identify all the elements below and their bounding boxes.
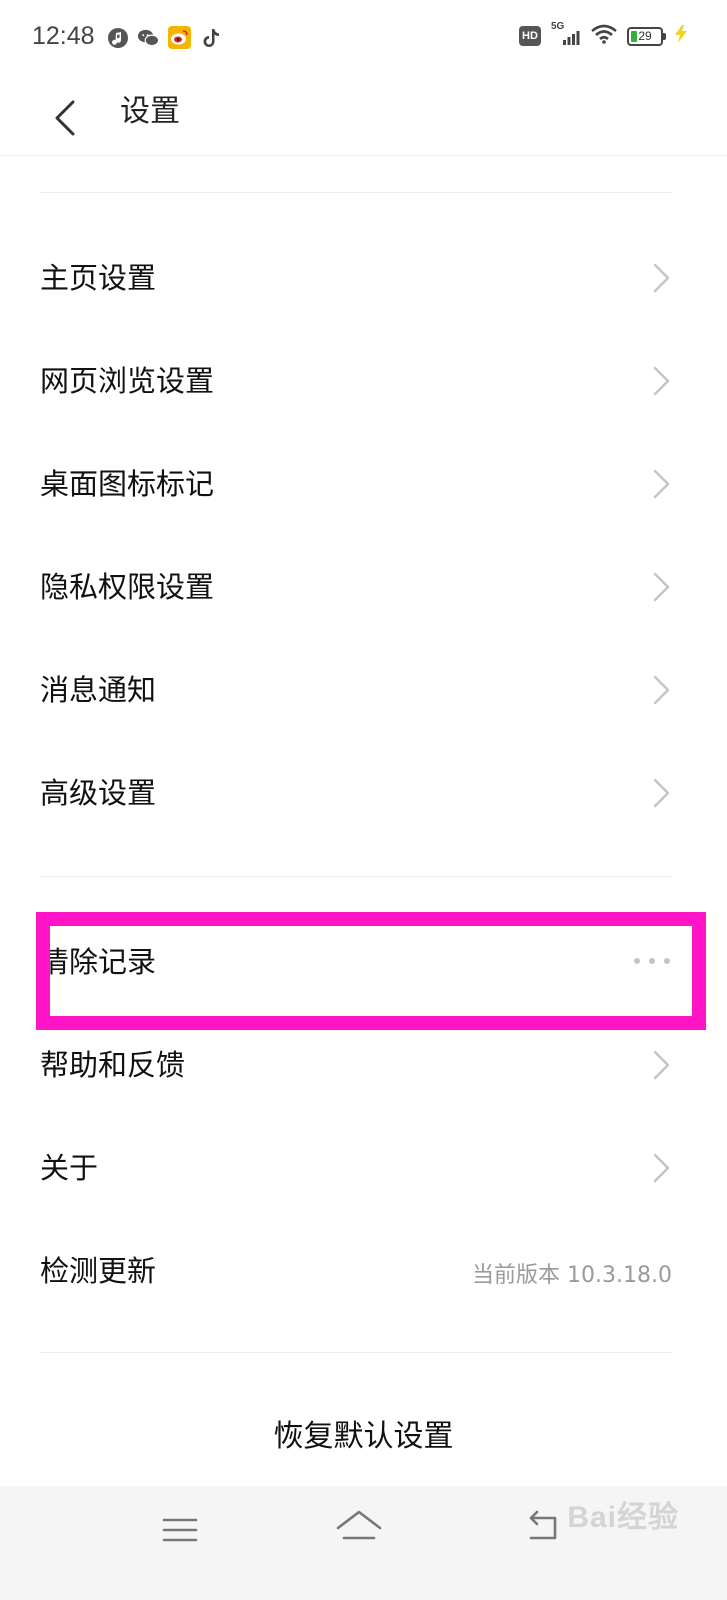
restore-defaults-button[interactable]: 恢复默认设置 — [0, 1400, 727, 1474]
chevron-right-icon — [653, 778, 670, 808]
setting-row-homepage[interactable]: 主页设置 — [0, 226, 727, 329]
chevron-right-icon — [653, 469, 670, 499]
setting-row-help-feedback[interactable]: 帮助和反馈 — [0, 1013, 727, 1116]
setting-row-desktop-icon-badge[interactable]: 桌面图标标记 — [0, 432, 727, 535]
battery-icon: 29 — [627, 26, 666, 46]
setting-row-check-update[interactable]: 检测更新 当前版本 10.3.18.0 — [0, 1219, 727, 1322]
charging-icon — [673, 24, 689, 48]
wechat-icon — [137, 26, 160, 49]
settings-list: 主页设置 网页浏览设置 桌面图标标记 隐私权限设置 消息通知 高级设置 — [0, 226, 727, 844]
status-right: HD 5G 29 — [519, 21, 689, 48]
setting-row-notifications[interactable]: 消息通知 — [0, 638, 727, 741]
setting-row-clear-history[interactable]: 清除记录 — [0, 910, 727, 1013]
more-icon — [634, 958, 670, 964]
setting-label: 隐私权限设置 — [40, 570, 215, 604]
back-button[interactable] — [40, 88, 90, 148]
battery-level-fill — [631, 30, 637, 42]
setting-row-about[interactable]: 关于 — [0, 1116, 727, 1219]
setting-label: 关于 — [40, 1151, 99, 1185]
wifi-icon — [591, 24, 617, 48]
divider-bottom — [40, 1352, 672, 1353]
setting-label: 网页浏览设置 — [40, 364, 215, 398]
setting-label: 高级设置 — [40, 776, 157, 810]
back-nav-icon[interactable] — [523, 1508, 563, 1548]
setting-label: 主页设置 — [40, 261, 157, 295]
status-app-icons — [106, 26, 222, 49]
divider-top — [40, 192, 672, 193]
chevron-right-icon — [653, 572, 670, 602]
setting-row-privacy-permissions[interactable]: 隐私权限设置 — [0, 535, 727, 638]
chevron-right-icon — [653, 1153, 670, 1183]
setting-label: 检测更新 — [40, 1254, 157, 1288]
hd-badge: HD — [519, 26, 541, 46]
baidu-jingyan-watermark: Bai经验 — [567, 1501, 679, 1534]
setting-label: 帮助和反馈 — [40, 1048, 186, 1082]
top-app-bar: 设置 — [0, 80, 727, 156]
status-bar: 12:48 HD 5G 29 — [0, 0, 727, 80]
chevron-left-icon — [55, 100, 75, 136]
current-version-text: 当前版本 10.3.18.0 — [472, 1263, 672, 1288]
menu-icon[interactable] — [160, 1510, 200, 1550]
status-time: 12:48 — [32, 22, 95, 50]
page-title: 设置 — [120, 94, 180, 129]
setting-label: 消息通知 — [40, 673, 157, 707]
setting-row-browsing[interactable]: 网页浏览设置 — [0, 329, 727, 432]
home-icon[interactable] — [334, 1506, 384, 1550]
chevron-right-icon — [653, 263, 670, 293]
weibo-icon — [168, 26, 191, 49]
battery-level-label: 29 — [638, 29, 652, 43]
chevron-right-icon — [653, 1050, 670, 1080]
tiktok-icon — [199, 26, 222, 49]
setting-row-advanced[interactable]: 高级设置 — [0, 741, 727, 844]
chevron-right-icon — [653, 366, 670, 396]
settings-list-secondary: 清除记录 帮助和反馈 关于 检测更新 当前版本 10.3.18.0 — [0, 910, 727, 1322]
cellular-signal-icon: 5G — [551, 21, 581, 47]
setting-label: 清除记录 — [40, 945, 157, 979]
divider-middle — [40, 876, 672, 877]
chevron-right-icon — [653, 675, 670, 705]
setting-label: 桌面图标标记 — [40, 467, 215, 501]
music-icon — [106, 26, 129, 49]
